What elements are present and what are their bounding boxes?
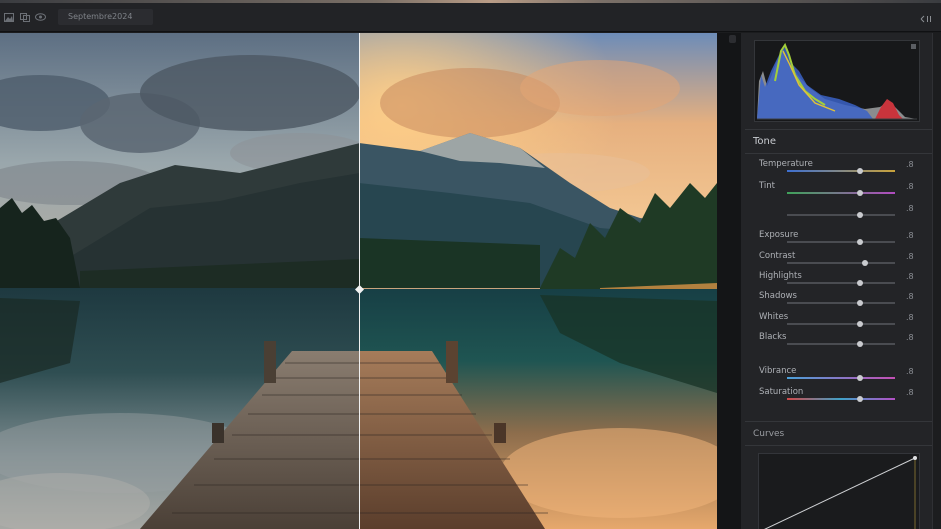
panel-scrollbar[interactable] (932, 33, 941, 529)
before-after-divider[interactable] (359, 33, 360, 529)
divider (745, 129, 933, 130)
layers-icon[interactable] (19, 12, 30, 23)
slider-label: Blacks (759, 332, 787, 342)
slider-value[interactable]: .8 (906, 160, 914, 169)
slider-label: Exposure (759, 230, 799, 240)
slider-track[interactable] (787, 262, 895, 264)
slider-value[interactable]: .8 (906, 388, 914, 397)
slider-track[interactable] (787, 214, 895, 216)
slider-label: Whites (759, 312, 789, 322)
slider-unlabeled[interactable]: .8 (759, 203, 919, 223)
slider-track[interactable] (787, 398, 895, 400)
slider-value[interactable]: .8 (906, 182, 914, 191)
slider-label: Vibrance (759, 366, 797, 376)
slider-saturation[interactable]: Saturation .8 (759, 387, 919, 407)
slider-track[interactable] (787, 241, 895, 243)
slider-thumb[interactable] (857, 341, 864, 347)
slider-label: Shadows (759, 291, 797, 301)
slider-tint[interactable]: Tint .8 (759, 181, 919, 201)
slider-track[interactable] (787, 282, 895, 284)
adjustments-panel: Tone Temperature .8 Tint .8.8 Exposure .8 Cont… (741, 33, 941, 529)
slider-shadows[interactable]: Shadows .8 (759, 291, 919, 311)
slider-track[interactable] (787, 323, 895, 325)
slider-track[interactable] (787, 377, 895, 379)
slider-blacks[interactable]: Blacks .8 (759, 332, 919, 352)
curves-graph[interactable] (758, 453, 920, 529)
slider-whites[interactable]: Whites .8 (759, 312, 919, 332)
histogram-graph (757, 42, 917, 120)
slider-exposure[interactable]: Exposure .8 (759, 230, 919, 250)
slider-thumb[interactable] (857, 396, 864, 402)
slider-value[interactable]: .8 (906, 231, 914, 240)
slider-highlights[interactable]: Highlights .8 (759, 271, 919, 291)
divider (745, 445, 933, 446)
toolbar: Septembre2024 (0, 3, 941, 32)
divider (745, 421, 933, 422)
slider-track[interactable] (787, 302, 895, 304)
image-icon[interactable] (3, 12, 14, 23)
slider-thumb[interactable] (861, 260, 868, 266)
tone-section-header[interactable]: Tone (741, 132, 927, 152)
photo-canvas[interactable] (0, 33, 717, 529)
panel-gutter (717, 33, 741, 529)
slider-thumb[interactable] (857, 321, 864, 327)
split-handle-icon[interactable] (355, 285, 364, 294)
tone-curve (764, 456, 917, 529)
eye-icon[interactable] (35, 12, 46, 23)
slider-contrast[interactable]: Contrast .8 (759, 251, 919, 271)
curve-point[interactable] (913, 456, 917, 460)
slider-track[interactable] (787, 170, 895, 172)
curves-section-header[interactable]: Curves (741, 424, 927, 444)
slider-thumb[interactable] (857, 212, 864, 218)
slider-label: Tint (759, 181, 776, 191)
panel-toggle-icon[interactable] (919, 10, 933, 23)
slider-temperature[interactable]: Temperature .8 (759, 159, 919, 179)
slider-value[interactable]: .8 (906, 204, 914, 213)
divider (745, 153, 933, 154)
slider-value[interactable]: .8 (906, 313, 914, 322)
slider-track[interactable] (787, 343, 895, 345)
slider-value[interactable]: .8 (906, 367, 914, 376)
scroll-up-button[interactable] (729, 35, 736, 43)
slider-thumb[interactable] (857, 239, 864, 245)
slider-thumb[interactable] (857, 190, 864, 196)
slider-label: Saturation (759, 387, 804, 397)
histogram-clip-indicator-icon[interactable] (911, 44, 916, 49)
slider-label: Highlights (759, 271, 802, 281)
slider-value[interactable]: .8 (906, 272, 914, 281)
slider-label: Contrast (759, 251, 796, 261)
slider-thumb[interactable] (857, 300, 864, 306)
slider-thumb[interactable] (857, 280, 864, 286)
slider-thumb[interactable] (857, 375, 864, 381)
slider-value[interactable]: .8 (906, 292, 914, 301)
slider-label: Temperature (759, 159, 813, 169)
slider-value[interactable]: .8 (906, 333, 914, 342)
slider-value[interactable]: .8 (906, 252, 914, 261)
histogram (754, 40, 920, 122)
slider-track[interactable] (787, 192, 895, 194)
document-title-field[interactable]: Septembre2024 (58, 9, 153, 25)
slider-vibrance[interactable]: Vibrance .8 (759, 366, 919, 386)
slider-thumb[interactable] (857, 168, 864, 174)
